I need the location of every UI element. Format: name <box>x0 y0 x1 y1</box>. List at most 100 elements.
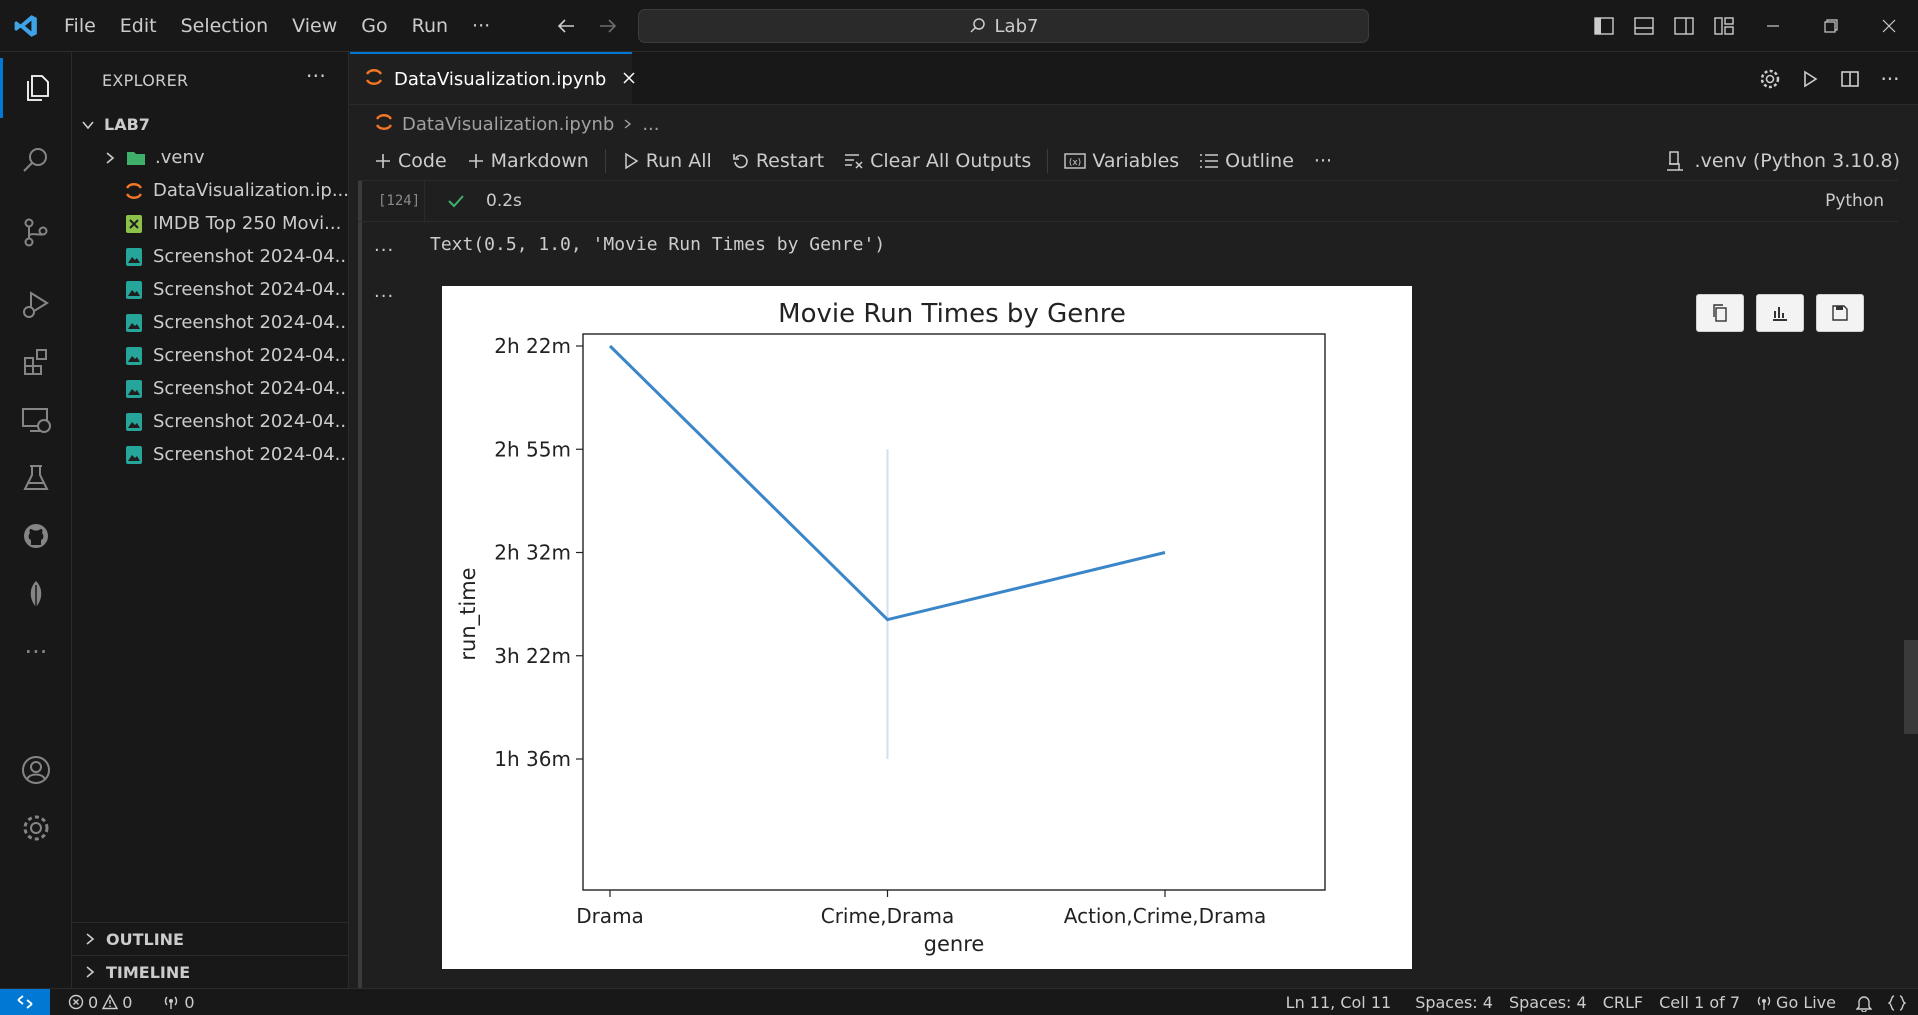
add-markdown-button[interactable]: Markdown <box>457 143 599 179</box>
tree-item-screenshot[interactable]: Screenshot 2024-04... <box>72 240 348 273</box>
tree-item-imdb[interactable]: IMDB Top 250 Movi... <box>72 207 348 240</box>
remote-indicator-icon[interactable] <box>0 988 50 1015</box>
close-tab-icon[interactable] <box>622 69 636 90</box>
add-code-button[interactable]: Code <box>364 143 457 179</box>
menu-selection[interactable]: Selection <box>169 0 281 52</box>
tree-item-screenshot[interactable]: Screenshot 2024-04... <box>72 306 348 339</box>
restart-button[interactable]: Restart <box>722 143 834 179</box>
jupyter-icon <box>374 112 394 137</box>
outline-button[interactable]: Outline <box>1189 143 1304 179</box>
tab-datavisualization[interactable]: DataVisualization.ipynb <box>350 52 635 104</box>
extensions-icon[interactable] <box>0 332 72 392</box>
manage-gear-icon[interactable] <box>0 798 72 858</box>
output-more-icon[interactable]: ··· <box>374 286 394 307</box>
tree-item-datavisualization[interactable]: DataVisualization.ip... <box>72 174 348 207</box>
outline-label: Outline <box>1225 150 1294 172</box>
customize-layout-icon[interactable] <box>1704 0 1744 52</box>
tree-item-label: Screenshot 2024-04... <box>153 411 348 432</box>
ports-indicator[interactable]: 0 <box>154 993 202 1012</box>
variables-button[interactable]: (x) Variables <box>1054 143 1189 179</box>
cell-indicator[interactable]: Cell 1 of 7 <box>1651 993 1748 1012</box>
mongodb-leaf-icon[interactable] <box>0 564 72 624</box>
menu-more[interactable]: ··· <box>460 0 502 52</box>
chevron-right-icon <box>622 114 634 135</box>
warning-icon <box>102 994 119 1010</box>
eol-status[interactable]: CRLF <box>1595 993 1651 1012</box>
go-live-button[interactable]: Go Live <box>1748 993 1844 1012</box>
split-editor-icon[interactable] <box>1830 59 1870 99</box>
testing-flask-icon[interactable] <box>0 448 72 508</box>
explorer-header: EXPLORER ··· <box>72 52 348 108</box>
timeline-label: TIMELINE <box>106 962 191 982</box>
command-center-search[interactable]: Lab7 <box>638 9 1369 43</box>
forward-arrow-icon[interactable] <box>594 12 622 40</box>
explorer-icon[interactable] <box>0 58 72 118</box>
output-more-icon[interactable]: ··· <box>374 240 394 261</box>
tree-item-screenshot[interactable]: Screenshot 2024-04... <box>72 405 348 438</box>
menu-edit[interactable]: Edit <box>108 0 169 52</box>
source-control-icon[interactable] <box>0 202 72 262</box>
outline-label: OUTLINE <box>106 929 184 949</box>
tree-item-label: Screenshot 2024-04... <box>153 312 348 333</box>
outline-section[interactable]: OUTLINE <box>72 922 349 955</box>
chart-figure: Movie Run Times by Genre 2h 22m 2h 55m 2h … <box>442 286 1412 969</box>
menu-view[interactable]: View <box>280 0 349 52</box>
toolbar-more-button[interactable]: ··· <box>1304 143 1342 179</box>
plus-icon <box>376 154 390 168</box>
more-views-icon[interactable]: ··· <box>0 622 72 682</box>
clear-outputs-button[interactable]: Clear All Outputs <box>834 143 1041 179</box>
x-tick-label: Action,Crime,Drama <box>1064 904 1267 928</box>
indentation-status[interactable]: Spaces: 4 <box>1501 993 1595 1012</box>
broadcast-icon <box>165 996 178 1009</box>
tree-item-screenshot[interactable]: Screenshot 2024-04... <box>72 372 348 405</box>
explorer-title: EXPLORER <box>102 70 189 90</box>
back-arrow-icon[interactable] <box>552 12 580 40</box>
open-plot-viewer-button[interactable] <box>1756 294 1804 332</box>
toggle-primary-sidebar-icon[interactable] <box>1584 0 1624 52</box>
minimize-icon[interactable] <box>1744 0 1802 52</box>
execution-count: [124] <box>378 193 421 209</box>
tree-item-label: DataVisualization.ip... <box>153 180 348 201</box>
eol-label: CRLF <box>1602 993 1644 1012</box>
more-actions-icon[interactable]: ··· <box>1870 59 1910 99</box>
menu-run[interactable]: Run <box>400 0 460 52</box>
run-play-icon[interactable] <box>1790 59 1830 99</box>
tree-item-screenshot[interactable]: Screenshot 2024-04... <box>72 339 348 372</box>
indentation-status[interactable]: Spaces: 4 <box>1407 993 1501 1012</box>
explorer-more-icon[interactable]: ··· <box>306 64 326 88</box>
run-debug-icon[interactable] <box>0 274 72 334</box>
folder-icon <box>126 148 146 168</box>
workspace-folder-lab7[interactable]: LAB7 <box>72 108 348 141</box>
remote-explorer-icon[interactable] <box>0 390 72 450</box>
notifications-bell-icon[interactable] <box>1844 994 1884 1012</box>
copilot-braces-icon[interactable] <box>1884 994 1918 1012</box>
menu-go[interactable]: Go <box>349 0 399 52</box>
settings-gear-icon[interactable] <box>1750 59 1790 99</box>
toggle-panel-icon[interactable] <box>1624 0 1664 52</box>
plus-icon <box>468 154 483 168</box>
save-image-button[interactable] <box>1816 294 1864 332</box>
editor-scrollbar-thumb[interactable] <box>1904 640 1918 734</box>
breadcrumb-file[interactable]: DataVisualization.ipynb <box>402 114 614 135</box>
tree-item-screenshot[interactable]: Screenshot 2024-04... <box>72 273 348 306</box>
toggle-secondary-sidebar-icon[interactable] <box>1664 0 1704 52</box>
github-icon[interactable] <box>0 506 72 566</box>
close-window-icon[interactable] <box>1860 0 1918 52</box>
search-view-icon[interactable] <box>0 130 72 190</box>
timeline-section[interactable]: TIMELINE <box>72 955 349 988</box>
tree-item-venv[interactable]: .venv <box>72 141 348 174</box>
cell-language[interactable]: Python <box>1825 191 1884 211</box>
menu-file[interactable]: File <box>52 0 108 52</box>
chevron-right-icon <box>100 151 120 165</box>
cursor-position[interactable]: Ln 11, Col 11 <box>1278 993 1400 1012</box>
tree-item-screenshot[interactable]: Screenshot 2024-04... <box>72 438 348 471</box>
restore-icon[interactable] <box>1802 0 1860 52</box>
problems-indicator[interactable]: 0 0 <box>60 993 140 1012</box>
copy-image-button[interactable] <box>1696 294 1744 332</box>
accounts-icon[interactable] <box>0 740 72 800</box>
tree-item-label: .venv <box>155 147 205 168</box>
kernel-picker[interactable]: .venv (Python 3.10.8) <box>1665 143 1900 179</box>
run-all-button[interactable]: Run All <box>612 143 722 179</box>
breadcrumb-rest[interactable]: ... <box>642 114 659 135</box>
image-icon <box>124 412 144 432</box>
